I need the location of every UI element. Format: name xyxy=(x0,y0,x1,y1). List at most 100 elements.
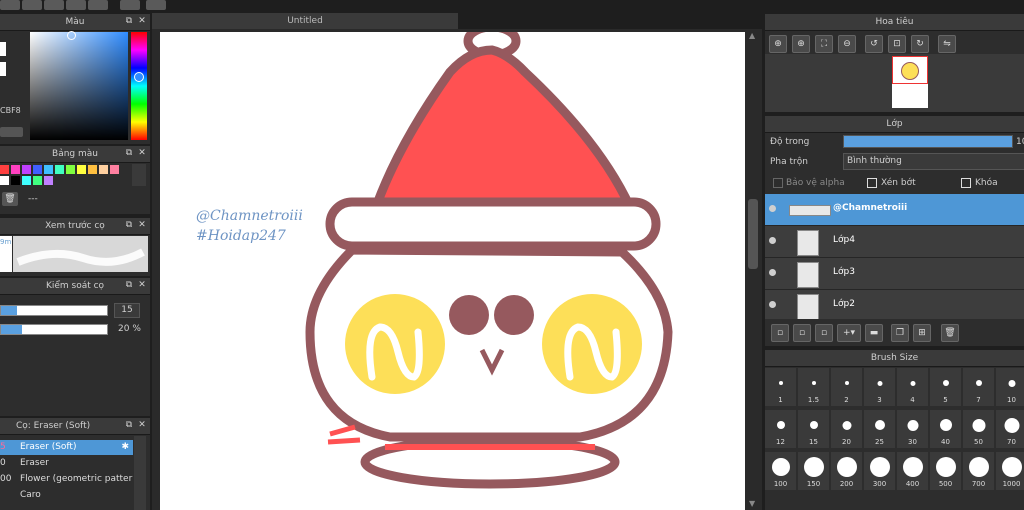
brush-size-value[interactable]: 15 xyxy=(114,303,140,318)
close-icon[interactable]: ✕ xyxy=(137,148,147,158)
brush-size-option[interactable]: 400 xyxy=(897,452,928,490)
new-layer-icon[interactable]: ▫ xyxy=(793,324,811,342)
toolbar-button[interactable] xyxy=(66,0,86,10)
bg-color-swatch[interactable] xyxy=(0,62,6,76)
palette-swatch[interactable] xyxy=(0,176,9,185)
brush-size-option[interactable]: 15 xyxy=(798,410,829,448)
brush-size-option[interactable]: 3 xyxy=(864,368,895,406)
redo-icon[interactable] xyxy=(146,0,166,10)
brush-size-option[interactable]: 30 xyxy=(897,410,928,448)
brush-size-option[interactable]: 10 xyxy=(996,368,1024,406)
fg-color-swatch[interactable] xyxy=(0,42,6,56)
protect-alpha-checkbox[interactable] xyxy=(773,178,783,188)
brush-size-option[interactable]: 1000 xyxy=(996,452,1024,490)
lock-checkbox[interactable] xyxy=(961,178,971,188)
popout-icon[interactable]: ⧉ xyxy=(124,420,134,430)
palette-swatch[interactable] xyxy=(55,165,64,174)
palette-swatch[interactable] xyxy=(77,165,86,174)
drawing-canvas[interactable]: @Chamnetroiii #Hoidap247 xyxy=(160,32,745,510)
toolbar-button[interactable] xyxy=(0,0,20,10)
visibility-icon[interactable] xyxy=(769,205,776,212)
palette-swatch[interactable] xyxy=(66,165,75,174)
scroll-down-arrow[interactable]: ▼ xyxy=(749,499,755,508)
new-layer-icon[interactable]: ▫ xyxy=(771,324,789,342)
add-layer-dropdown-icon[interactable]: +▾ xyxy=(837,324,861,342)
brush-list-item[interactable]: Caro xyxy=(0,488,133,503)
brush-size-option[interactable]: 25 xyxy=(864,410,895,448)
palette-swatch[interactable] xyxy=(11,165,20,174)
hue-slider[interactable] xyxy=(131,32,147,140)
saturation-value-square[interactable] xyxy=(30,32,128,140)
brush-size-option[interactable]: 1 xyxy=(765,368,796,406)
brush-list-item[interactable]: 0 Eraser xyxy=(0,456,133,471)
brush-size-option[interactable]: 50 xyxy=(963,410,994,448)
close-icon[interactable]: ✕ xyxy=(137,220,147,230)
brush-size-option[interactable]: 20 xyxy=(831,410,862,448)
scroll-thumb[interactable] xyxy=(748,199,758,269)
brush-size-option[interactable]: 100 xyxy=(765,452,796,490)
brush-list-scrollbar[interactable] xyxy=(134,436,146,510)
zoom-in-icon[interactable]: ⊕ xyxy=(792,35,810,53)
palette-swatch[interactable] xyxy=(110,165,119,174)
trash-icon[interactable]: 🗑 xyxy=(941,324,959,342)
close-icon[interactable]: ✕ xyxy=(137,420,147,430)
brush-size-option[interactable]: 4 xyxy=(897,368,928,406)
brush-size-option[interactable]: 7 xyxy=(963,368,994,406)
brush-size-option[interactable]: 200 xyxy=(831,452,862,490)
palette-swatch[interactable] xyxy=(88,165,97,174)
toolbar-button[interactable] xyxy=(44,0,64,10)
zoom-in-icon[interactable]: ⊕ xyxy=(769,35,787,53)
brush-list-item[interactable]: 5 Eraser (Soft) ✱ xyxy=(0,440,133,455)
brush-size-option[interactable]: 70 xyxy=(996,410,1024,448)
popout-icon[interactable]: ⧉ xyxy=(124,148,134,158)
mode-button[interactable] xyxy=(5,127,23,137)
document-tab[interactable]: Untitled xyxy=(152,13,458,29)
rotate-right-icon[interactable]: ↻ xyxy=(911,35,929,53)
brush-size-option[interactable]: 300 xyxy=(864,452,895,490)
navigator-thumbnail[interactable] xyxy=(892,56,928,108)
layer-row[interactable]: Lớp4 xyxy=(765,226,1024,258)
palette-swatch[interactable] xyxy=(22,165,31,174)
merge-layer-icon[interactable]: ⊞ xyxy=(913,324,931,342)
brush-size-option[interactable]: 12 xyxy=(765,410,796,448)
brush-opacity-slider[interactable] xyxy=(0,324,108,335)
layer-row[interactable]: Lớp3 xyxy=(765,258,1024,290)
reset-icon[interactable]: ⊡ xyxy=(888,35,906,53)
layer-opacity-slider[interactable] xyxy=(843,135,1013,148)
palette-swatch[interactable] xyxy=(11,176,20,185)
scroll-up-arrow[interactable]: ▲ xyxy=(749,31,755,40)
blend-mode-select[interactable]: Bình thường xyxy=(843,153,1024,170)
palette-scroll[interactable] xyxy=(132,164,146,186)
visibility-icon[interactable] xyxy=(769,301,776,308)
new-layer-icon[interactable]: ▫ xyxy=(815,324,833,342)
popout-icon[interactable]: ⧉ xyxy=(124,220,134,230)
duplicate-layer-icon[interactable]: ❐ xyxy=(891,324,909,342)
layer-row[interactable]: Lớp2 xyxy=(765,290,1024,319)
trash-icon[interactable]: 🗑 xyxy=(2,192,18,206)
undo-icon[interactable] xyxy=(120,0,140,10)
palette-swatch[interactable] xyxy=(33,165,42,174)
palette-swatch[interactable] xyxy=(44,165,53,174)
color-picker-cursor[interactable] xyxy=(67,31,76,40)
flip-icon[interactable]: ⇋ xyxy=(938,35,956,53)
brush-size-option[interactable]: 700 xyxy=(963,452,994,490)
rotate-left-icon[interactable]: ↺ xyxy=(865,35,883,53)
brush-size-option[interactable]: 2 xyxy=(831,368,862,406)
toolbar-button[interactable] xyxy=(22,0,42,10)
brush-size-slider[interactable] xyxy=(0,305,108,316)
layer-row[interactable]: @Chamnetroiii xyxy=(765,194,1024,226)
palette-swatch[interactable] xyxy=(99,165,108,174)
toolbar-button[interactable] xyxy=(88,0,108,10)
zoom-out-icon[interactable]: ⊖ xyxy=(838,35,856,53)
close-icon[interactable]: ✕ xyxy=(137,280,147,290)
brush-size-option[interactable]: 40 xyxy=(930,410,961,448)
canvas-vertical-scrollbar[interactable]: ▲ ▼ xyxy=(746,29,760,510)
fit-icon[interactable]: ⛶ xyxy=(815,35,833,53)
brush-list-item[interactable]: 00 Flower (geometric patter xyxy=(0,472,133,487)
gear-icon[interactable]: ✱ xyxy=(121,440,129,455)
popout-icon[interactable]: ⧉ xyxy=(124,16,134,26)
brush-size-option[interactable]: 1.5 xyxy=(798,368,829,406)
popout-icon[interactable]: ⧉ xyxy=(124,280,134,290)
palette-swatch[interactable] xyxy=(33,176,42,185)
visibility-icon[interactable] xyxy=(769,237,776,244)
